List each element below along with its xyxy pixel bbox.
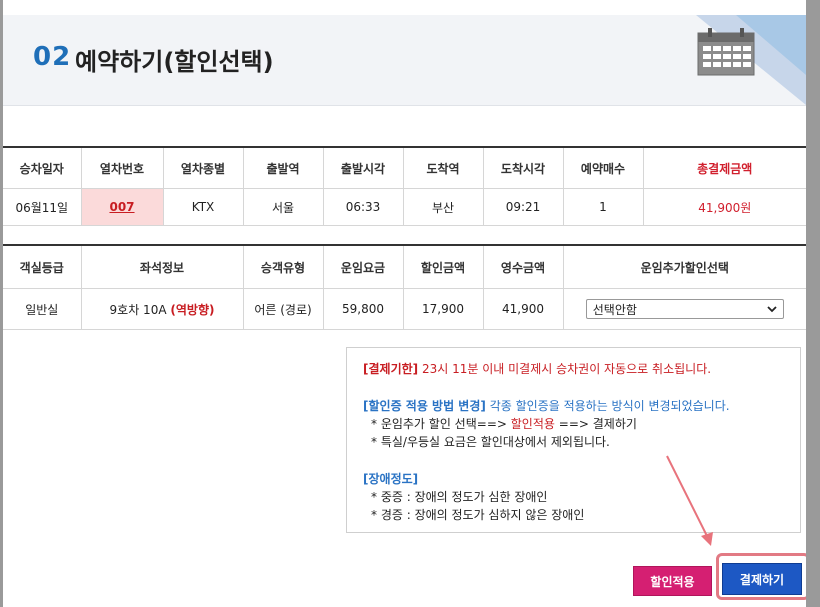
annotation-arrow-icon — [666, 455, 713, 546]
col-header: 운임요금 — [322, 244, 403, 289]
method-step-post: ==> 결제하기 — [558, 417, 637, 431]
seat-class: 일반실 — [3, 288, 81, 330]
received-amount: 41,900 — [482, 288, 563, 330]
chevron-down-icon — [767, 305, 777, 312]
col-header: 승차일자 — [3, 146, 81, 189]
col-header: 객실등급 — [3, 244, 81, 289]
notice-box: [결제기한] 23시 11분 이내 미결제시 승차권이 자동으로 취소됩니다. … — [346, 347, 801, 533]
method-note: * 특실/우등실 요금은 할인대상에서 제외됩니다. — [371, 435, 610, 449]
calendar-icon — [697, 28, 755, 76]
departure-time: 06:33 — [322, 188, 403, 226]
col-header: 영수금액 — [482, 244, 563, 289]
booking-table: 승차일자 열차번호 열차종별 출발역 출발시각 도착역 도착시각 예약매수 총결… — [3, 146, 806, 226]
fare-table: 객실등급 좌석정보 승객유형 운임요금 할인금액 영수금액 운임추가할인선택 일… — [3, 244, 806, 330]
col-header: 출발역 — [242, 146, 323, 189]
method-step-pre: * 운임추가 할인 선택==> — [371, 417, 507, 431]
reservation-window: 02 예약하기(할인선택) 승차일자 열차번호 열차종별 출발역 출발시각 도착… — [3, 0, 806, 607]
arrival-station: 부산 — [402, 188, 483, 226]
col-header: 도착역 — [402, 146, 483, 189]
pay-button[interactable]: 결제하기 — [722, 563, 802, 595]
disability-mild: * 경증 : 장애의 정도가 심하지 않은 장애인 — [371, 508, 585, 522]
disability-severe: * 중증 : 장애의 정도가 심한 장애인 — [371, 490, 548, 504]
train-type: KTX — [162, 188, 243, 226]
ticket-count: 1 — [562, 188, 643, 226]
step-number: 02 — [33, 42, 72, 72]
discount-select-cell: 선택안함 — [562, 288, 806, 330]
col-header: 예약매수 — [562, 146, 643, 189]
fare-amount: 59,800 — [322, 288, 403, 330]
col-header: 출발시각 — [322, 146, 403, 189]
table-row: 06월11일 007 KTX 서울 06:33 부산 09:21 1 41,90… — [3, 188, 806, 226]
discount-select[interactable]: 선택안함 — [585, 299, 784, 319]
deadline-label: [결제기한] — [363, 362, 419, 376]
seat-direction: (역방향) — [170, 302, 215, 317]
seat-info: 9호차 10A (역방향) — [80, 288, 243, 330]
col-header: 도착시각 — [482, 146, 563, 189]
method-step-mid: 할인적용 — [510, 417, 555, 431]
departure-station: 서울 — [242, 188, 323, 226]
method-step: * 운임추가 할인 선택==> 할인적용 ==> 결제하기 — [371, 415, 637, 432]
col-header: 열차번호 — [80, 146, 163, 189]
method-text: 각종 할인증을 적용하는 방식이 변경되었습니다. — [489, 399, 730, 413]
total-amount: 41,900원 — [642, 188, 806, 226]
col-header: 열차종별 — [162, 146, 243, 189]
col-header: 승객유형 — [242, 244, 323, 289]
fare-header-row: 객실등급 좌석정보 승객유형 운임요금 할인금액 영수금액 운임추가할인선택 — [3, 244, 806, 289]
method-line: [할인증 적용 방법 변경] 각종 할인증을 적용하는 방식이 변경되었습니다. — [363, 397, 730, 414]
train-number-cell: 007 — [80, 188, 163, 226]
deadline-text: 23시 11분 이내 미결제시 승차권이 자동으로 취소됩니다. — [421, 362, 712, 376]
apply-discount-button[interactable]: 할인적용 — [633, 566, 712, 596]
passenger-type: 어른 (경로) — [242, 288, 323, 330]
col-header: 운임추가할인선택 — [562, 244, 806, 289]
page-header: 02 예약하기(할인선택) — [3, 15, 806, 106]
col-header: 좌석정보 — [80, 244, 243, 289]
col-header-total: 총결제금액 — [642, 146, 806, 189]
table-row: 일반실 9호차 10A (역방향) 어른 (경로) 59,800 17,900 … — [3, 288, 806, 330]
method-label: [할인증 적용 방법 변경] — [363, 399, 486, 413]
seat-number: 9호차 10A — [109, 302, 167, 317]
arrival-time: 09:21 — [482, 188, 563, 226]
boarding-date: 06월11일 — [3, 188, 81, 226]
booking-header-row: 승차일자 열차번호 열차종별 출발역 출발시각 도착역 도착시각 예약매수 총결… — [3, 146, 806, 189]
disability-label: [장애정도] — [363, 472, 419, 486]
page-title: 예약하기(할인선택) — [75, 48, 274, 76]
discount-select-value: 선택안함 — [592, 302, 637, 317]
train-number-link[interactable]: 007 — [109, 200, 134, 214]
deadline-line: [결제기한] 23시 11분 이내 미결제시 승차권이 자동으로 취소됩니다. — [363, 360, 711, 377]
col-header: 할인금액 — [402, 244, 483, 289]
discount-amount: 17,900 — [402, 288, 483, 330]
